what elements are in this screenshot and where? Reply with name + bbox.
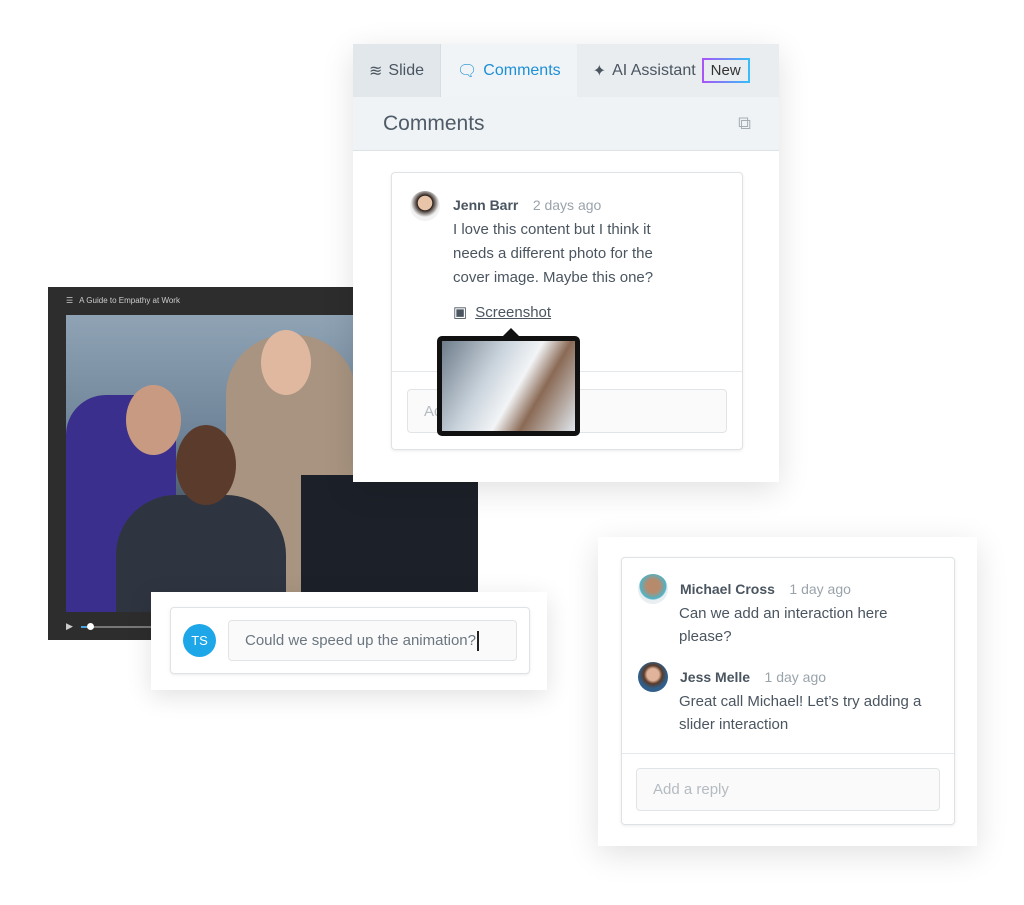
comment-time: 2 days ago — [532, 197, 602, 213]
player-title-bar: ☰ A Guide to Empathy at Work — [66, 296, 180, 305]
layers-icon: ≋ — [369, 62, 383, 80]
course-title: A Guide to Empathy at Work — [79, 296, 180, 305]
play-icon[interactable]: ▶ — [66, 621, 73, 632]
tab-label: AI Assistant — [612, 61, 696, 79]
comment-text: Can we add an interaction here please? — [679, 605, 888, 645]
popout-icon[interactable]: ⧉ — [738, 113, 751, 134]
screenshot-image — [442, 341, 575, 431]
comment-time: 1 day ago — [764, 669, 827, 685]
quick-comment-box: TS Could we speed up the animation? — [151, 592, 547, 690]
screenshot-preview — [437, 328, 580, 436]
panel-title: Comments — [383, 111, 485, 135]
divider — [622, 753, 954, 754]
tab-label: Comments — [483, 61, 561, 79]
tab-ai-assistant[interactable]: ✦ AI Assistant New — [577, 44, 766, 97]
sparkles-icon: ✦ — [592, 62, 607, 80]
tab-label: Slide — [388, 61, 424, 79]
comment-thread-panel: Michael Cross 1 day ago Can we add an in… — [598, 537, 977, 846]
comment-input[interactable]: Could we speed up the animation? — [228, 620, 517, 661]
menu-icon[interactable]: ☰ — [66, 296, 73, 305]
progress-slider[interactable] — [80, 622, 161, 630]
comment-author: Jess Melle — [680, 669, 751, 685]
person-figure — [126, 385, 181, 455]
panel-header: Comments ⧉ — [353, 97, 779, 151]
comment-input-value: Could we speed up the animation? — [245, 632, 476, 649]
player-controls: ▶ — [66, 621, 161, 632]
comment-meta: Jess Melle 1 day ago — [680, 669, 826, 687]
avatar — [410, 191, 440, 221]
person-figure — [261, 330, 311, 395]
tab-comments[interactable]: 🗨 Comments — [440, 44, 577, 97]
comment-text: I love this content but I think it needs… — [453, 221, 654, 286]
avatar: TS — [183, 624, 216, 657]
comment-time: 1 day ago — [789, 581, 851, 597]
reply-input[interactable]: Add a reply — [636, 768, 940, 811]
comment-meta: Jenn Barr 2 days ago — [453, 197, 601, 215]
comment-meta: Michael Cross 1 day ago — [680, 581, 851, 599]
comment-composer: TS Could we speed up the animation? — [170, 607, 530, 674]
tab-slide[interactable]: ≋ Slide — [353, 44, 441, 97]
screenshot-link[interactable]: Screenshot — [475, 301, 551, 325]
avatar — [638, 662, 668, 692]
comment-author: Michael Cross — [680, 581, 775, 597]
comment-author: Jenn Barr — [453, 197, 519, 213]
speech-bubble-icon: 🗨 — [456, 62, 478, 80]
screenshot-icon: ▣ — [453, 304, 468, 321]
new-badge: New — [701, 58, 750, 83]
screenshot-attachment[interactable]: ▣ Screenshot — [453, 301, 551, 325]
panel-tabs: ≋ Slide 🗨 Comments ✦ AI Assistant New — [353, 44, 779, 97]
avatar — [638, 574, 668, 604]
comment-thread: Michael Cross 1 day ago Can we add an in… — [621, 557, 955, 825]
comment-text: Great call Michael! Let’s try adding a s… — [679, 693, 922, 733]
text-cursor — [477, 630, 479, 651]
person-figure — [176, 425, 236, 505]
